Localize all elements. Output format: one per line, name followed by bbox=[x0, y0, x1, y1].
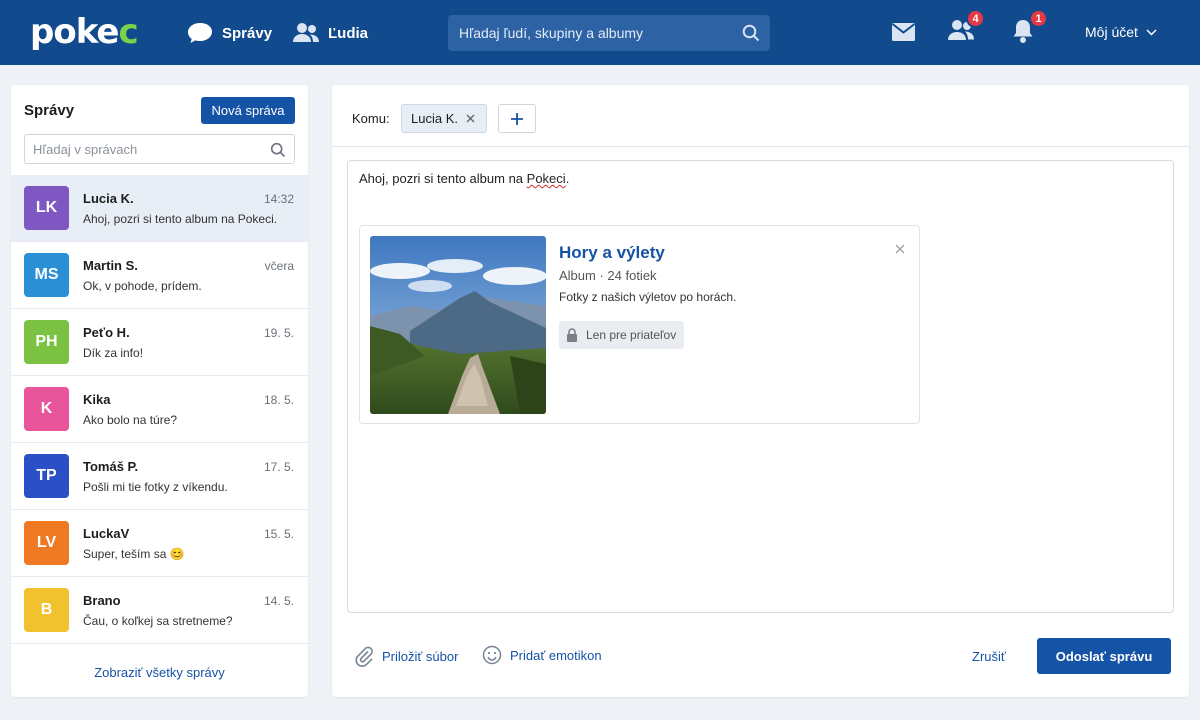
conversation-item[interactable]: LK Lucia K. 14:32 Ahoj, pozri si tento albu… bbox=[11, 175, 308, 242]
album-thumbnail bbox=[370, 236, 546, 414]
message-search-input[interactable] bbox=[25, 135, 294, 163]
conversation-name: LuckaV bbox=[83, 526, 130, 541]
pokec-logo[interactable]: pokec bbox=[30, 12, 139, 52]
top-bar: pokec Správy Ľudia 4 1 Môj účet bbox=[0, 0, 1200, 65]
logo-text: poke bbox=[30, 12, 119, 52]
smiley-icon bbox=[482, 645, 502, 665]
paperclip-icon bbox=[355, 646, 373, 667]
avatar: LK bbox=[24, 186, 69, 230]
chat-bubble-icon bbox=[188, 23, 212, 43]
avatar: B bbox=[24, 588, 69, 632]
add-emoji-label: Pridať emotikon bbox=[510, 647, 602, 663]
cancel-button[interactable]: Zrušiť bbox=[972, 649, 1006, 664]
conversation-time: 15. 5. bbox=[263, 527, 294, 541]
add-recipient-button[interactable] bbox=[498, 104, 536, 133]
nav-ludia[interactable]: Ľudia bbox=[292, 18, 368, 48]
attach-file-button[interactable]: Priložiť súbor bbox=[354, 645, 458, 667]
conversation-time: 14:32 bbox=[263, 192, 294, 206]
album-attachment-card[interactable]: Hory a výlety Album · 24 fotiek Fotky z … bbox=[359, 225, 920, 424]
conversation-time: 14. 5. bbox=[263, 594, 294, 608]
avatar: TP bbox=[24, 454, 69, 498]
conversations-panel: Správy Nová správa LK Lucia K. 14:32 Ahoj, … bbox=[11, 85, 308, 697]
recipient-chip: Lucia K. bbox=[401, 104, 487, 133]
privacy-label: Len pre priateľov bbox=[586, 328, 677, 342]
conversation-preview: Ok, v pohode, prídem. bbox=[83, 279, 202, 293]
nav-spravy[interactable]: Správy bbox=[186, 18, 272, 48]
nav-spravy-label: Správy bbox=[222, 24, 273, 42]
message-search bbox=[24, 134, 295, 164]
chevron-down-icon bbox=[1146, 28, 1157, 36]
global-search-input[interactable] bbox=[448, 15, 770, 51]
conversation-time: 18. 5. bbox=[263, 393, 294, 407]
conversation-name: Peťo H. bbox=[83, 325, 130, 340]
plus-icon bbox=[511, 112, 523, 125]
conversation-name: Brano bbox=[83, 593, 121, 608]
message-text-part: Ahoj, pozri si tento album na bbox=[359, 171, 527, 186]
conversation-item[interactable]: TP Tomáš P. 17. 5. Pošli mi tie fotky z vík… bbox=[11, 443, 308, 510]
avatar: LV bbox=[24, 521, 69, 565]
search-icon[interactable] bbox=[270, 142, 286, 158]
conversation-item[interactable]: B Brano 14. 5. Čau, o koľkej sa stretneme? bbox=[11, 577, 308, 644]
message-text-end: . bbox=[565, 171, 570, 186]
conversation-item[interactable]: K Kika 18. 5. Ako bolo na túre? bbox=[11, 376, 308, 443]
conversation-name: Martin S. bbox=[83, 258, 138, 273]
conversation-item[interactable]: PH Peťo H. 19. 5. Dík za info! bbox=[11, 309, 308, 376]
search-icon[interactable] bbox=[742, 24, 760, 42]
conversation-name: Tomáš P. bbox=[83, 459, 139, 474]
compose-panel: Komu: Lucia K. Ahoj, pozri si tento albu… bbox=[332, 85, 1189, 697]
conversation-name: Kika bbox=[83, 392, 111, 407]
album-title[interactable]: Hory a výlety bbox=[559, 243, 665, 263]
conversation-preview: Ahoj, pozri si tento album na Pokeci. bbox=[83, 212, 278, 226]
conversation-time: 17. 5. bbox=[263, 460, 294, 474]
message-editor[interactable]: Ahoj, pozri si tento album na Pokeci. Ho… bbox=[347, 160, 1174, 613]
conversation-name: Lucia K. bbox=[83, 191, 134, 206]
global-search bbox=[448, 15, 770, 51]
account-menu[interactable]: Môj účet bbox=[1085, 24, 1157, 40]
add-emoji-button[interactable]: Pridať emotikon bbox=[482, 645, 602, 665]
avatar: K bbox=[24, 387, 69, 431]
album-meta: Album · 24 fotiek bbox=[559, 268, 657, 283]
conversation-preview: Ako bolo na túre? bbox=[83, 413, 178, 427]
message-text: Ahoj, pozri si tento album na Pokeci. bbox=[359, 171, 569, 186]
remove-recipient-icon[interactable] bbox=[464, 112, 477, 125]
mail-icon[interactable] bbox=[891, 22, 916, 42]
conversation-preview: Čau, o koľkej sa stretneme? bbox=[83, 614, 233, 628]
new-message-button[interactable]: Nová správa bbox=[201, 97, 295, 124]
compose-actions: Priložiť súbor Pridať emotikon Zrušiť Od… bbox=[332, 633, 1189, 674]
attach-file-label: Priložiť súbor bbox=[382, 648, 459, 664]
privacy-badge: Len pre priateľov bbox=[559, 321, 684, 349]
conversation-item[interactable]: LV LuckaV 15. 5. Super, teším sa 😊 bbox=[11, 510, 308, 577]
misspelled-word: Pokeci bbox=[526, 171, 566, 186]
album-description: Fotky z našich výletov po horách. bbox=[559, 290, 737, 304]
avatar: MS bbox=[24, 253, 69, 297]
conversation-preview: Super, teším sa 😊 bbox=[83, 547, 185, 561]
logo-accent-letter: c bbox=[118, 12, 138, 52]
conversation-list: LK Lucia K. 14:32 Ahoj, pozri si tento albu… bbox=[11, 175, 308, 644]
people-icon bbox=[293, 23, 319, 42]
conversation-preview: Dík za info! bbox=[83, 346, 144, 360]
show-all-messages-link[interactable]: Zobraziť všetky správy bbox=[11, 665, 308, 680]
friends-badge: 4 bbox=[966, 9, 985, 28]
conversation-time: 19. 5. bbox=[263, 326, 294, 340]
send-message-button[interactable]: Odoslať správu bbox=[1037, 638, 1171, 674]
notifications-badge: 1 bbox=[1029, 9, 1048, 28]
close-icon[interactable] bbox=[894, 243, 906, 255]
nav-ludia-label: Ľudia bbox=[328, 24, 368, 42]
recipient-name: Lucia K. bbox=[411, 111, 458, 126]
avatar: PH bbox=[24, 320, 69, 364]
conversation-item[interactable]: MS Martin S. včera Ok, v pohode, prídem. bbox=[11, 242, 308, 309]
account-label: Môj účet bbox=[1085, 24, 1138, 40]
lock-icon bbox=[567, 328, 577, 342]
to-label: Komu: bbox=[352, 111, 390, 126]
panel-title: Správy bbox=[24, 102, 75, 119]
recipient-row: Komu: Lucia K. bbox=[332, 85, 1189, 147]
conversation-time: včera bbox=[264, 259, 294, 273]
conversation-preview: Pošli mi tie fotky z víkendu. bbox=[83, 480, 228, 494]
